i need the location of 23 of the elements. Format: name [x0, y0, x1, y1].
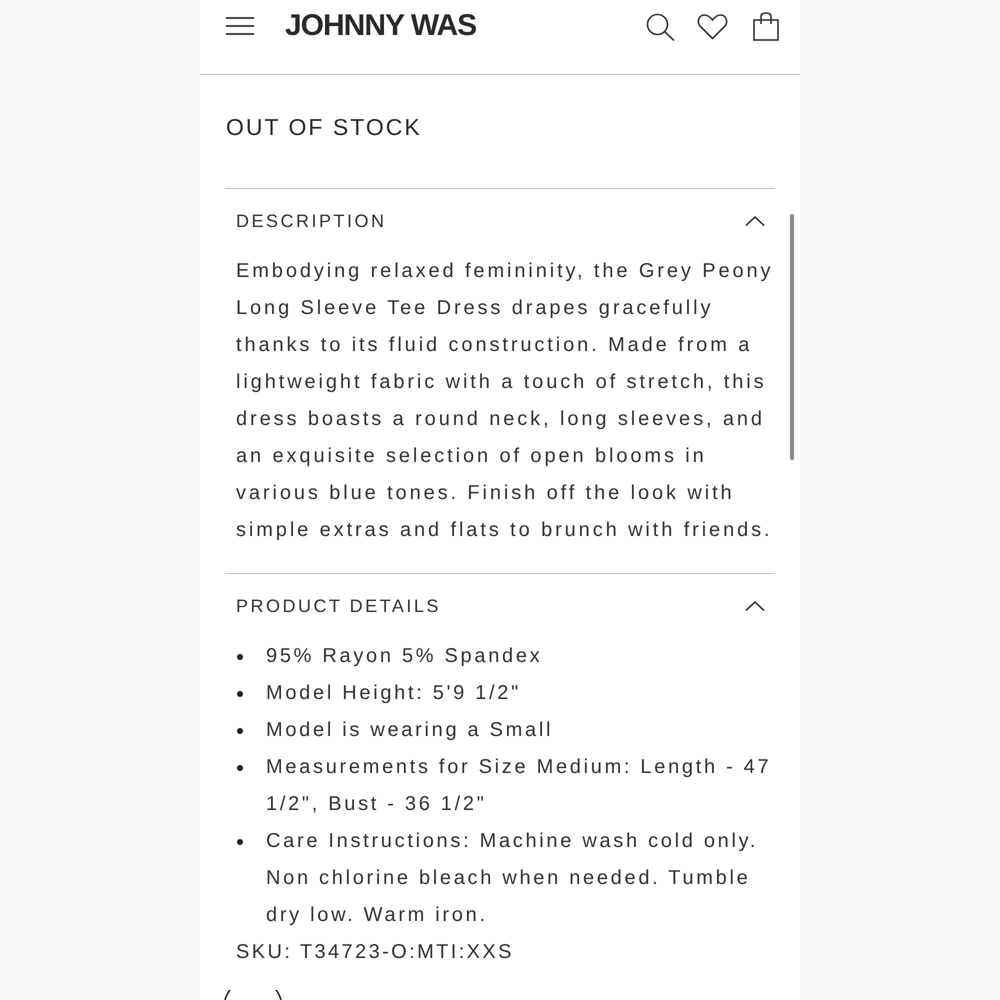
detail-text: Measurements for Size Medium: Length - 47 1/2", Bust - 36 1/2"	[266, 755, 772, 817]
brand-logo[interactable]: JOHNNY WAS	[285, 8, 476, 44]
sku-text: SKU: T34723-O:MTI:XXS	[236, 940, 514, 965]
bullet-icon	[237, 765, 243, 771]
bullet-icon	[237, 839, 243, 845]
menu-icon[interactable]	[226, 17, 254, 35]
shopping-bag-icon[interactable]	[753, 11, 779, 41]
description-text: Embodying relaxed femininity, the Grey Peony Long Sleeve Tee Dress drapes gracefully thanks to its fluid construction. Made from a lightweight fabric with a touch of stretch, this dress boasts a round neck, long sleeves, and an exquisite selection of open blooms in various blue tones. Finish off the look with simple extras and flats to brunch with friends.	[236, 259, 774, 543]
chevron-up-icon	[745, 216, 765, 226]
bullet-icon	[237, 654, 243, 660]
accordion-header[interactable]: DESCRIPTION	[225, 189, 775, 232]
accordion-header[interactable]: PRODUCT DETAILS	[225, 574, 775, 617]
circle-outline-icon[interactable]	[223, 990, 283, 1000]
chevron-up-icon	[745, 601, 765, 611]
detail-text: Care Instructions: Machine wash cold only. Non chlorine bleach when needed. Tumble dry low. Warm iron.	[266, 829, 760, 928]
bullet-icon	[237, 728, 243, 734]
stock-status-text: OUT OF STOCK	[226, 113, 422, 142]
search-icon[interactable]	[646, 13, 675, 41]
heart-icon[interactable]	[697, 14, 728, 40]
detail-text: Model Height: 5'9 1/2"	[266, 681, 522, 706]
bullet-icon	[237, 691, 243, 697]
detail-text: Model is wearing a Small	[266, 718, 554, 743]
detail-text: 95% Rayon 5% Spandex	[266, 644, 544, 669]
